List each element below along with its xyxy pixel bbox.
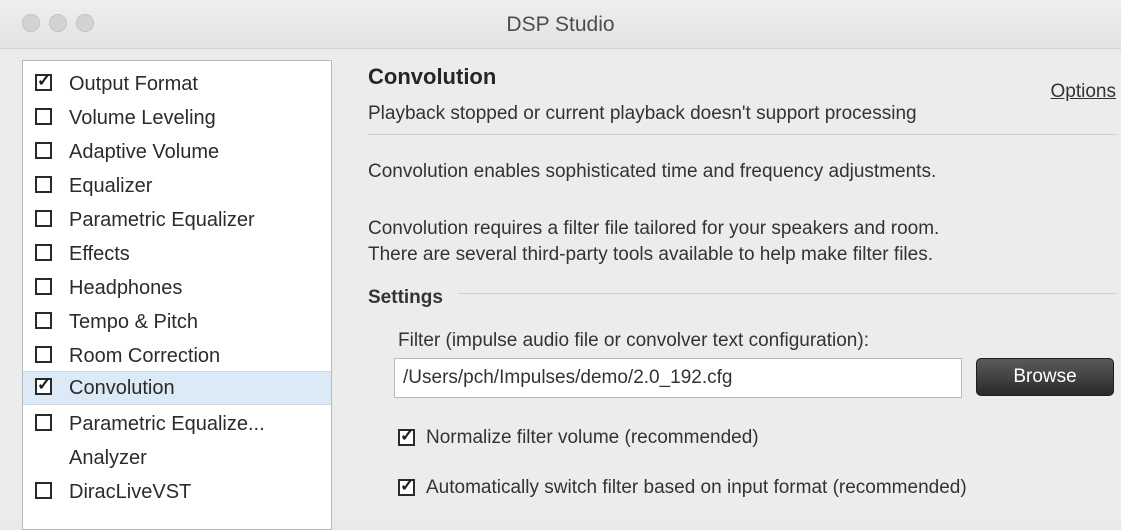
check-icon: ✓ — [37, 71, 52, 90]
requirement-text-line-2: There are several third-party tools avai… — [368, 244, 933, 265]
sidebar-item-label: Adaptive Volume — [69, 141, 220, 163]
sidebar-item-label: Effects — [69, 243, 130, 265]
effects-checkbox[interactable] — [35, 244, 52, 261]
options-link[interactable]: Options — [1051, 81, 1116, 103]
sidebar-item-label: Parametric Equalizer — [69, 209, 255, 231]
sidebar-item-label: Parametric Equalize... — [69, 413, 265, 435]
sidebar-item-label: Equalizer — [69, 175, 153, 197]
filter-path-input[interactable] — [394, 358, 962, 398]
sidebar-item-convolution[interactable]: ✓ Convolution — [23, 371, 331, 405]
sidebar-item-parametric-equalizer-2[interactable]: Parametric Equalize... — [23, 407, 331, 441]
sidebar-item-label: Analyzer — [69, 447, 147, 469]
check-icon: ✓ — [400, 476, 415, 495]
output-format-checkbox[interactable]: ✓ — [35, 71, 52, 91]
sidebar-item-effects[interactable]: Effects — [23, 237, 331, 271]
parametric-equalizer-2-checkbox[interactable] — [35, 414, 52, 431]
sidebar-item-equalizer[interactable]: Equalizer — [23, 169, 331, 203]
normalize-label: Normalize filter volume (recommended) — [426, 427, 759, 448]
settings-divider — [458, 293, 1117, 294]
settings-heading: Settings — [368, 287, 443, 308]
sidebar-item-label: Room Correction — [69, 345, 221, 367]
sidebar-item-analyzer[interactable]: Analyzer — [23, 441, 331, 475]
header-divider — [368, 134, 1117, 135]
browse-button[interactable]: Browse — [976, 358, 1114, 396]
sidebar-item-label: Volume Leveling — [69, 107, 216, 129]
tempo-pitch-checkbox[interactable] — [35, 312, 52, 329]
check-icon: ✓ — [37, 375, 52, 394]
sidebar-item-adaptive-volume[interactable]: Adaptive Volume — [23, 135, 331, 169]
auto-switch-checkbox[interactable]: ✓ — [398, 476, 415, 496]
sidebar-item-label: Convolution — [69, 377, 175, 399]
sidebar-item-label: Tempo & Pitch — [69, 311, 198, 333]
sidebar-item-output-format[interactable]: ✓ Output Format — [23, 67, 331, 101]
description-text: Convolution enables sophisticated time a… — [368, 161, 937, 182]
normalize-checkbox[interactable]: ✓ — [398, 426, 415, 446]
filter-label: Filter (impulse audio file or convolver … — [398, 330, 869, 351]
volume-leveling-checkbox[interactable] — [35, 108, 52, 125]
check-icon: ✓ — [400, 426, 415, 445]
sidebar-item-headphones[interactable]: Headphones — [23, 271, 331, 305]
page-title: Convolution — [368, 64, 497, 89]
dsp-module-list[interactable]: ✓ Output Format Volume Leveling Adaptive… — [22, 60, 332, 530]
room-correction-checkbox[interactable] — [35, 346, 52, 363]
sidebar-item-diraclivevst[interactable]: DiracLiveVST — [23, 475, 331, 509]
headphones-checkbox[interactable] — [35, 278, 52, 295]
sidebar-item-parametric-equalizer[interactable]: Parametric Equalizer — [23, 203, 331, 237]
convolution-checkbox[interactable]: ✓ — [35, 375, 52, 395]
sidebar-item-label: Output Format — [69, 73, 198, 95]
requirement-text-line-1: Convolution requires a filter file tailo… — [368, 218, 940, 239]
window-title: DSP Studio — [506, 13, 615, 36]
parametric-equalizer-checkbox[interactable] — [35, 210, 52, 227]
sidebar-item-volume-leveling[interactable]: Volume Leveling — [23, 101, 331, 135]
sidebar-item-tempo-pitch[interactable]: Tempo & Pitch — [23, 305, 331, 339]
sidebar-item-label: DiracLiveVST — [69, 481, 192, 503]
diraclivevst-checkbox[interactable] — [35, 482, 52, 499]
sidebar-item-room-correction[interactable]: Room Correction — [23, 339, 331, 373]
playback-status: Playback stopped or current playback doe… — [368, 103, 917, 124]
title-bar: DSP Studio — [0, 0, 1121, 49]
auto-switch-label: Automatically switch filter based on inp… — [426, 477, 967, 498]
adaptive-volume-checkbox[interactable] — [35, 142, 52, 159]
dsp-studio-window: DSP Studio ✓ Output Format Volume Leveli… — [0, 0, 1121, 530]
equalizer-checkbox[interactable] — [35, 176, 52, 193]
sidebar-item-label: Headphones — [69, 277, 183, 299]
